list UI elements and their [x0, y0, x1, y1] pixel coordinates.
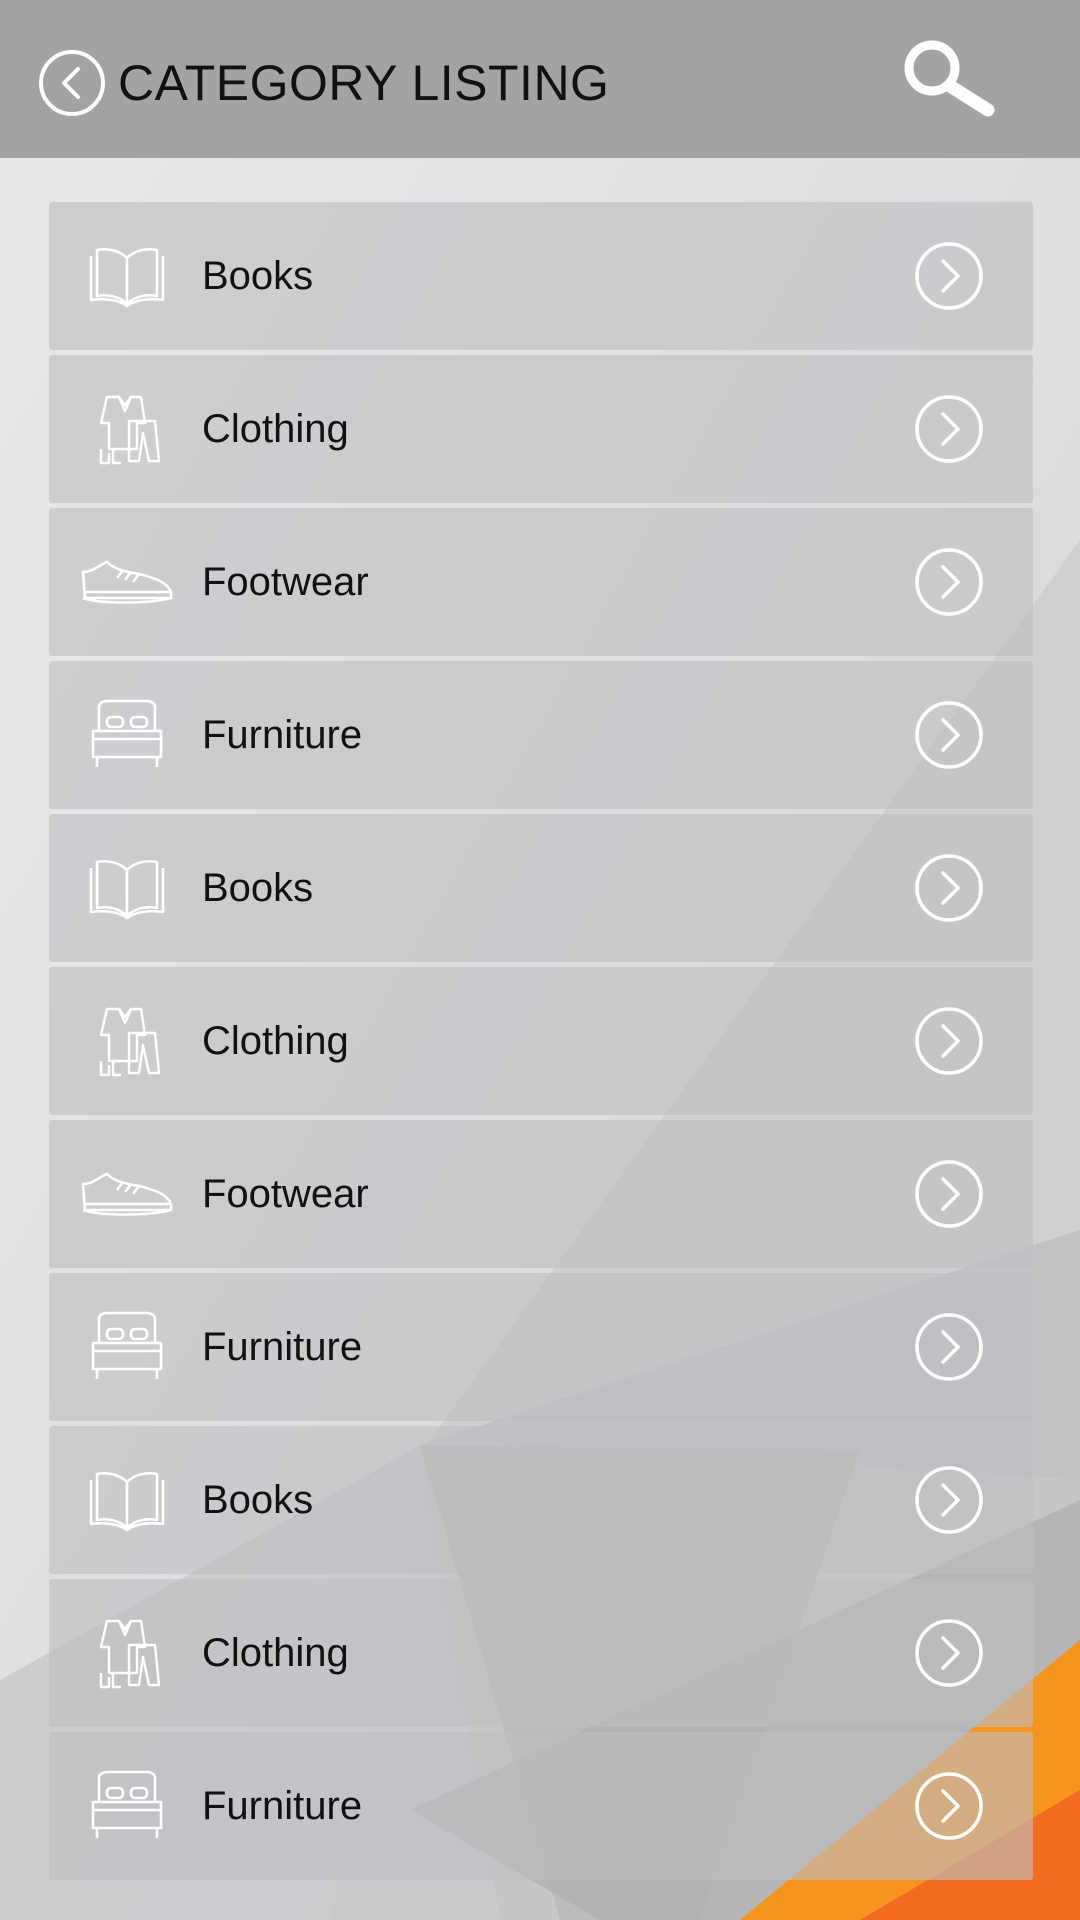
category-item-furniture[interactable]: Furniture [49, 1273, 1033, 1421]
category-item-clothing[interactable]: Clothing [49, 967, 1033, 1115]
category-label: Furniture [202, 713, 363, 757]
category-label: Books [202, 866, 314, 910]
page-title: CATEGORY LISTING [118, 55, 610, 111]
category-item-footwear[interactable]: Footwear [49, 508, 1033, 656]
app-header: CATEGORY LISTING [0, 0, 1080, 158]
category-label: Clothing [202, 1631, 349, 1675]
open-category-button[interactable] [914, 1465, 984, 1535]
open-category-button[interactable] [914, 547, 984, 617]
category-label: Clothing [202, 407, 349, 451]
category-label: Furniture [202, 1784, 363, 1828]
category-label: Furniture [202, 1325, 363, 1369]
shoe-icon [79, 1154, 175, 1234]
bed-icon [79, 1766, 175, 1846]
chevron-right-circle-icon [915, 1772, 983, 1840]
chevron-right-circle-icon [915, 395, 983, 463]
category-item-footwear[interactable]: Footwear [49, 1120, 1033, 1268]
open-category-button[interactable] [914, 1159, 984, 1229]
book-icon [79, 1460, 175, 1540]
chevron-right-circle-icon [915, 1466, 983, 1534]
open-category-button[interactable] [914, 1618, 984, 1688]
category-list: Books Clothing Footwear Furniture Books Cloth… [49, 202, 1033, 1885]
clothing-icon [79, 1001, 175, 1081]
category-label: Books [202, 1478, 314, 1522]
chevron-right-circle-icon [915, 854, 983, 922]
category-item-books[interactable]: Books [49, 202, 1033, 350]
category-item-books[interactable]: Books [49, 814, 1033, 962]
clothing-icon [79, 1613, 175, 1693]
open-category-button[interactable] [914, 853, 984, 923]
book-icon [79, 236, 175, 316]
open-category-button[interactable] [914, 241, 984, 311]
open-category-button[interactable] [914, 394, 984, 464]
book-icon [79, 848, 175, 928]
chevron-right-circle-icon [915, 548, 983, 616]
search-button[interactable] [896, 36, 996, 120]
search-icon [904, 40, 995, 117]
shoe-icon [79, 542, 175, 622]
open-category-button[interactable] [914, 1006, 984, 1076]
category-label: Footwear [202, 560, 369, 604]
category-item-books[interactable]: Books [49, 1426, 1033, 1574]
category-label: Books [202, 254, 314, 298]
open-category-button[interactable] [914, 1312, 984, 1382]
bed-icon [79, 695, 175, 775]
chevron-right-circle-icon [915, 1313, 983, 1381]
category-label: Footwear [202, 1172, 369, 1216]
chevron-right-circle-icon [915, 701, 983, 769]
back-circle-icon [39, 50, 105, 116]
category-item-clothing[interactable]: Clothing [49, 1579, 1033, 1727]
category-item-furniture[interactable]: Furniture [49, 1732, 1033, 1880]
bed-icon [79, 1307, 175, 1387]
category-item-clothing[interactable]: Clothing [49, 355, 1033, 503]
category-item-furniture[interactable]: Furniture [49, 661, 1033, 809]
chevron-right-circle-icon [915, 1160, 983, 1228]
clothing-icon [79, 389, 175, 469]
open-category-button[interactable] [914, 1771, 984, 1841]
back-button[interactable] [38, 49, 106, 117]
chevron-right-circle-icon [915, 242, 983, 310]
category-label: Clothing [202, 1019, 349, 1063]
chevron-right-circle-icon [915, 1007, 983, 1075]
open-category-button[interactable] [914, 700, 984, 770]
chevron-right-circle-icon [915, 1619, 983, 1687]
